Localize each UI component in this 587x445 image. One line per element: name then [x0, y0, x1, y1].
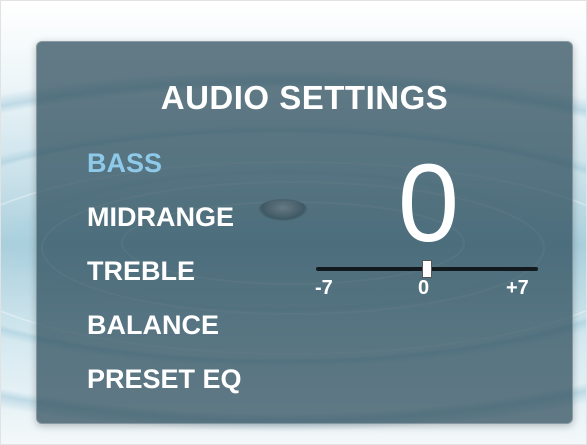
- app-frame: AUDIO SETTINGS BASS MIDRANGE TREBLE BALA…: [0, 0, 587, 445]
- menu-item-balance[interactable]: BALANCE: [87, 312, 242, 339]
- panel-title: AUDIO SETTINGS: [160, 79, 449, 116]
- value-readout: 0: [397, 142, 460, 265]
- slider-max-label: +7: [506, 277, 529, 299]
- slider-min-label: -7: [315, 277, 333, 299]
- settings-menu: BASS MIDRANGE TREBLE BALANCE PRESET EQ: [87, 150, 242, 420]
- menu-item-bass[interactable]: BASS: [87, 150, 242, 177]
- audio-settings-panel: AUDIO SETTINGS BASS MIDRANGE TREBLE BALA…: [36, 41, 573, 424]
- slider-mid-label: 0: [418, 277, 430, 299]
- level-slider[interactable]: [316, 260, 538, 278]
- menu-item-treble[interactable]: TREBLE: [87, 258, 242, 285]
- menu-item-midrange[interactable]: MIDRANGE: [87, 204, 242, 231]
- water-drop-icon: [258, 199, 308, 221]
- slider-thumb[interactable]: [422, 260, 432, 278]
- menu-item-preset-eq[interactable]: PRESET EQ: [87, 366, 242, 393]
